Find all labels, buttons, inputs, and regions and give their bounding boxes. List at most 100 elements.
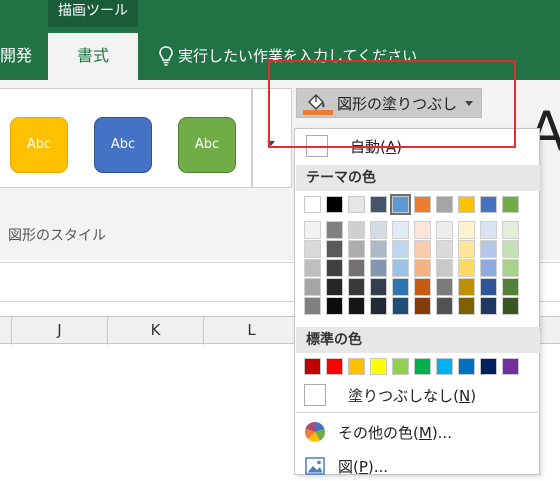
standard-color-swatch[interactable] (480, 358, 497, 375)
theme-shade-swatch[interactable] (502, 259, 519, 277)
theme-shade-swatch[interactable] (370, 259, 387, 277)
theme-shade-swatch[interactable] (304, 240, 321, 258)
theme-shade-swatch[interactable] (392, 297, 409, 315)
theme-shade-swatch[interactable] (326, 259, 343, 277)
theme-shade-swatch[interactable] (414, 259, 431, 277)
theme-color-swatch[interactable] (370, 196, 387, 213)
menu-item-no-fill[interactable]: 塗りつぶしなし(N) (296, 380, 540, 410)
shape-style-blue[interactable]: Abc (94, 117, 152, 173)
theme-color-swatch[interactable] (304, 196, 321, 213)
theme-shade-swatch[interactable] (436, 221, 453, 239)
menu-item-label: 塗りつぶしなし( (348, 386, 460, 405)
theme-color-swatch[interactable] (502, 196, 519, 213)
theme-color-swatch[interactable] (390, 194, 411, 215)
lightbulb-icon (159, 45, 173, 66)
theme-shade-swatch[interactable] (326, 221, 343, 239)
theme-color-swatch[interactable] (326, 196, 343, 213)
theme-color-row (304, 194, 519, 215)
theme-shade-swatch[interactable] (326, 297, 343, 315)
theme-shade-swatch[interactable] (502, 278, 519, 296)
theme-shade-swatch[interactable] (414, 221, 431, 239)
theme-shade-swatch[interactable] (414, 240, 431, 258)
menu-item-label: その他の色( (338, 423, 419, 442)
standard-color-swatch[interactable] (502, 358, 519, 375)
theme-shade-swatch[interactable] (370, 278, 387, 296)
theme-color-swatch[interactable] (436, 196, 453, 213)
theme-shade-swatch[interactable] (458, 221, 475, 239)
tab-developer[interactable]: 開発 (0, 42, 32, 66)
theme-shade-column (480, 221, 499, 315)
theme-shade-swatch[interactable] (436, 297, 453, 315)
theme-shade-swatch[interactable] (370, 240, 387, 258)
theme-shade-swatch[interactable] (348, 259, 365, 277)
theme-shade-swatch[interactable] (392, 278, 409, 296)
menu-item-more-colors[interactable]: その他の色(M)... (296, 417, 540, 447)
access-key: N (459, 386, 471, 405)
theme-shade-swatch[interactable] (392, 221, 409, 239)
standard-color-swatch[interactable] (458, 358, 475, 375)
theme-shade-swatch[interactable] (326, 278, 343, 296)
theme-shade-swatch[interactable] (348, 278, 365, 296)
theme-shade-swatch[interactable] (458, 297, 475, 315)
theme-shade-swatch[interactable] (480, 240, 497, 258)
standard-color-swatch[interactable] (370, 358, 387, 375)
shape-style-green[interactable]: Abc (178, 117, 236, 173)
theme-shade-swatch[interactable] (414, 278, 431, 296)
shape-style-gallery: Abc Abc Abc (0, 88, 252, 188)
color-wheel-icon (304, 421, 325, 442)
theme-shade-column (502, 221, 521, 315)
standard-color-swatch[interactable] (392, 358, 409, 375)
theme-shade-swatch[interactable] (480, 259, 497, 277)
column-header-l[interactable]: L (204, 317, 300, 345)
theme-color-swatch[interactable] (458, 196, 475, 213)
theme-shade-swatch[interactable] (502, 240, 519, 258)
theme-shade-swatch[interactable] (480, 297, 497, 315)
theme-shade-swatch[interactable] (436, 240, 453, 258)
theme-color-swatch[interactable] (480, 196, 497, 213)
theme-shade-swatch[interactable] (436, 278, 453, 296)
theme-shade-swatch[interactable] (392, 259, 409, 277)
theme-shade-swatch[interactable] (458, 259, 475, 277)
theme-shade-swatch[interactable] (502, 297, 519, 315)
column-header[interactable] (0, 317, 12, 345)
theme-shade-swatch[interactable] (304, 297, 321, 315)
tab-format[interactable]: 書式 (48, 33, 138, 80)
theme-shade-swatch[interactable] (480, 221, 497, 239)
theme-shade-swatch[interactable] (304, 259, 321, 277)
theme-shade-swatch[interactable] (480, 278, 497, 296)
no-fill-chip (304, 384, 326, 406)
theme-shade-swatch[interactable] (370, 221, 387, 239)
shape-fill-dropdown: 自動(A) テーマの色 標準の色 塗りつぶしなし(N) その他の色(M)... … (294, 128, 540, 476)
theme-shade-column (414, 221, 433, 315)
picture-icon (305, 457, 325, 475)
theme-shade-swatch[interactable] (348, 240, 365, 258)
shape-styles-group-label: 図形のスタイル (8, 228, 106, 244)
theme-shade-column (436, 221, 455, 315)
theme-shade-swatch[interactable] (458, 278, 475, 296)
theme-shade-swatch[interactable] (304, 221, 321, 239)
theme-color-swatch[interactable] (348, 196, 365, 213)
theme-shade-swatch[interactable] (502, 221, 519, 239)
standard-color-swatch[interactable] (436, 358, 453, 375)
standard-color-swatch[interactable] (414, 358, 431, 375)
standard-color-swatch[interactable] (348, 358, 365, 375)
column-header-k[interactable]: K (108, 317, 204, 345)
theme-shade-swatch[interactable] (370, 297, 387, 315)
theme-shade-swatch[interactable] (304, 278, 321, 296)
shape-style-orange[interactable]: Abc (10, 117, 68, 173)
access-key: P (358, 457, 368, 476)
theme-shade-swatch[interactable] (392, 240, 409, 258)
standard-color-swatch[interactable] (326, 358, 343, 375)
theme-shade-column (458, 221, 477, 315)
column-header-j[interactable]: J (12, 317, 108, 345)
theme-color-swatch[interactable] (414, 196, 431, 213)
theme-shade-swatch[interactable] (414, 297, 431, 315)
menu-item-picture[interactable]: 図(P)... (296, 451, 540, 481)
theme-shade-swatch[interactable] (458, 240, 475, 258)
theme-shade-swatch[interactable] (326, 240, 343, 258)
theme-shade-swatch[interactable] (348, 297, 365, 315)
theme-shade-swatch[interactable] (348, 221, 365, 239)
theme-shade-swatch[interactable] (436, 259, 453, 277)
theme-shade-column (392, 221, 411, 315)
standard-color-swatch[interactable] (304, 358, 321, 375)
